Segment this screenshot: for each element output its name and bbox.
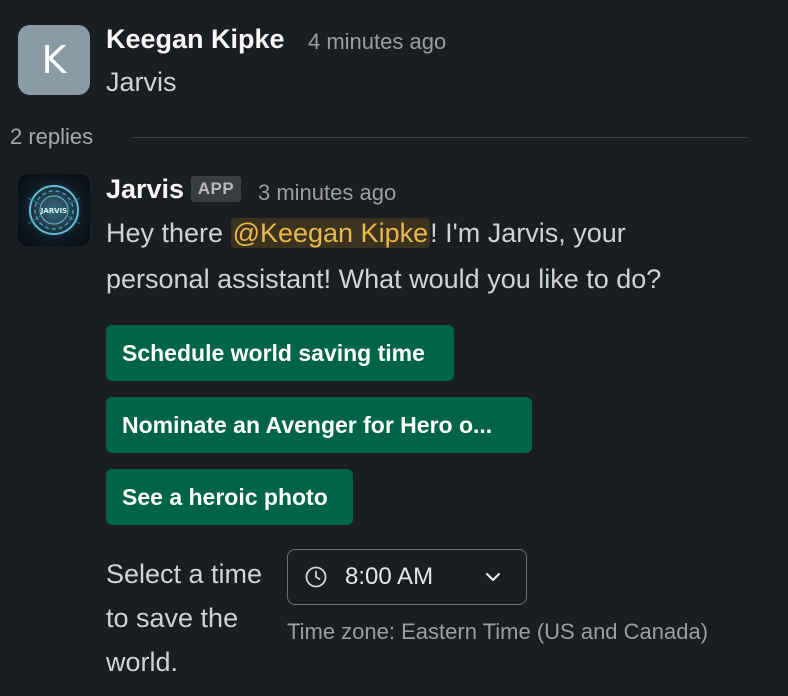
replies-divider [132, 137, 748, 138]
message-text-line-2: personal assistant! What would you like … [106, 264, 662, 294]
author-name[interactable]: Jarvis [106, 174, 184, 205]
chevron-down-icon [484, 571, 502, 583]
nominate-avenger-button[interactable]: Nominate an Avenger for Hero o... [106, 397, 532, 453]
schedule-world-saving-button[interactable]: Schedule world saving time [106, 325, 454, 381]
message-text-prefix: Hey there [106, 218, 231, 248]
message-text-line-1: Hey there @Keegan Kipke! I'm Jarvis, you… [106, 218, 626, 249]
time-picker-select[interactable]: 8:00 AM [287, 549, 527, 605]
clock-icon [304, 565, 328, 589]
app-badge: APP [191, 176, 241, 202]
user-mention[interactable]: @Keegan Kipke [230, 218, 431, 248]
message-text-suffix: ! I'm Jarvis, your [430, 218, 626, 248]
author-name[interactable]: Keegan Kipke [106, 24, 285, 55]
heroic-photo-button[interactable]: See a heroic photo [106, 469, 353, 525]
timezone-label: Time zone: Eastern Time (US and Canada) [287, 619, 709, 644]
jarvis-logo-text: JARVIS [40, 207, 67, 215]
avatar-keegan[interactable]: K [18, 25, 90, 95]
avatar-jarvis[interactable]: JARVIS [18, 174, 90, 246]
message-text: Jarvis [106, 67, 177, 97]
time-picker-value: 8:00 AM [345, 563, 434, 590]
message-timestamp[interactable]: 4 minutes ago [308, 29, 446, 55]
replies-count: 2 replies [10, 124, 94, 149]
time-picker-label: Select a time to save the world. [106, 559, 263, 677]
jarvis-logo-icon: JARVIS [24, 180, 84, 240]
message-timestamp[interactable]: 3 minutes ago [258, 180, 396, 206]
